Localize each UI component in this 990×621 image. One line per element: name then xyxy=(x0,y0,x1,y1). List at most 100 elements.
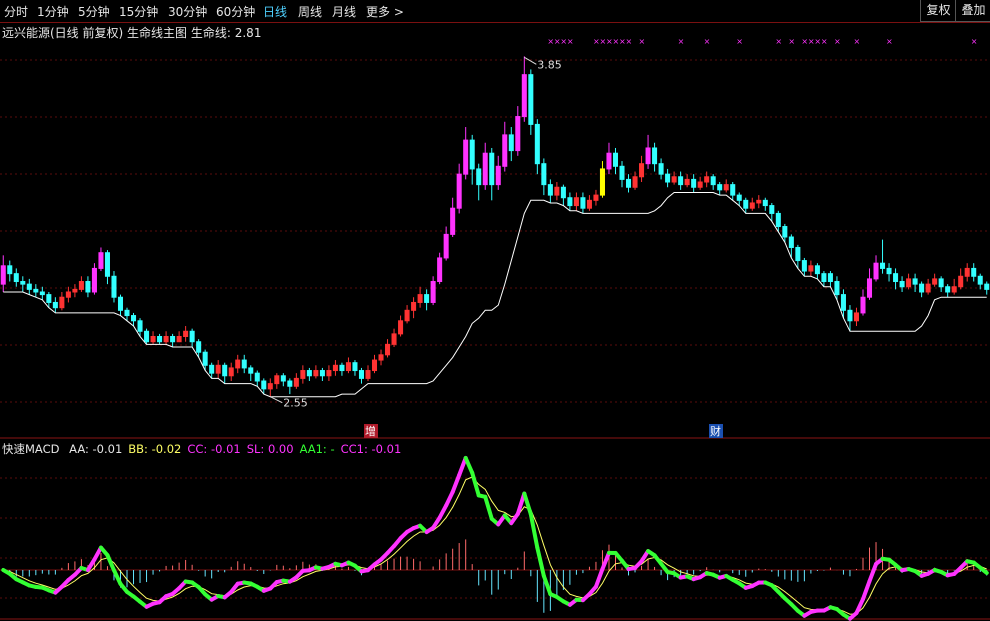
candle-body xyxy=(652,147,658,165)
candle-body xyxy=(678,176,684,186)
x-marker: × xyxy=(736,37,743,46)
candle-body xyxy=(619,165,625,180)
candle-body xyxy=(932,278,938,285)
candle-body xyxy=(111,275,117,298)
candle-body xyxy=(20,281,26,285)
candle-body xyxy=(795,246,801,262)
candle-body xyxy=(801,260,807,272)
candle-body xyxy=(59,296,65,309)
candle-body xyxy=(274,375,280,385)
candle-body xyxy=(476,168,482,186)
candle-body xyxy=(560,186,566,199)
candle-body xyxy=(775,212,781,228)
x-marker: × xyxy=(821,37,828,46)
candle-body xyxy=(371,359,378,372)
candle-body xyxy=(39,291,45,296)
candle-body xyxy=(0,265,6,285)
candle-body xyxy=(293,377,299,387)
candle-body xyxy=(365,370,371,379)
macd-cc-segment xyxy=(470,470,481,498)
candle-body xyxy=(567,197,573,207)
candle-body xyxy=(345,362,351,372)
candle-body xyxy=(52,301,58,309)
candle-body xyxy=(938,278,944,288)
kline-chart[interactable]: 3.852.55× × × × × × × × × × × × × × × × × × × × × × × ×增财 xyxy=(0,0,990,621)
candle-body xyxy=(593,194,599,201)
candle-body xyxy=(170,336,176,343)
candle-body xyxy=(176,336,182,343)
candle-body xyxy=(586,199,592,209)
candle-body xyxy=(98,252,104,269)
candle-body xyxy=(411,301,417,311)
candle-body xyxy=(541,163,547,186)
candle-body xyxy=(958,275,964,288)
candle-body xyxy=(104,252,110,277)
candle-body xyxy=(326,370,332,377)
macd-cc-segment xyxy=(600,550,611,571)
candle-body xyxy=(385,343,391,356)
candle-body xyxy=(645,147,651,165)
low-label: 2.55 xyxy=(283,397,308,410)
candle-body xyxy=(951,286,957,293)
candle-body xyxy=(906,278,912,288)
candle-body xyxy=(456,173,462,209)
macd-cc-segment xyxy=(111,568,123,586)
macd-cc-segment xyxy=(437,503,449,520)
candle-body xyxy=(840,294,846,311)
candle-body xyxy=(358,370,364,379)
candle-body xyxy=(502,134,508,167)
candle-body xyxy=(144,330,150,343)
x-marker: × xyxy=(626,37,633,46)
candle-body xyxy=(163,336,169,343)
candle-body xyxy=(33,288,39,293)
x-marker: × xyxy=(678,37,685,46)
macd-cc-segment xyxy=(463,456,475,475)
candle-body xyxy=(313,370,319,377)
candle-body xyxy=(254,372,260,382)
x-marker: × xyxy=(704,37,711,46)
candle-body xyxy=(547,184,553,196)
candle-body xyxy=(26,283,32,290)
candle-body xyxy=(919,283,925,293)
candle-body xyxy=(580,197,586,209)
marker-zeng: 增 xyxy=(365,424,376,438)
macd-cc-segment xyxy=(528,512,540,550)
candle-body xyxy=(13,273,19,283)
candle-body xyxy=(866,278,873,298)
candle-body xyxy=(202,351,208,366)
candle-body xyxy=(85,281,91,293)
candle-body xyxy=(489,152,495,186)
high-pointer xyxy=(524,56,537,65)
macd-cc-segment xyxy=(860,579,872,602)
candle-body xyxy=(632,176,638,188)
candle-body xyxy=(599,168,605,196)
candle-body xyxy=(124,309,130,317)
candle-body xyxy=(131,315,137,322)
candle-body xyxy=(65,291,71,298)
candle-body xyxy=(814,265,820,275)
candle-body xyxy=(769,205,775,214)
candle-body xyxy=(821,273,827,283)
candle-body xyxy=(287,380,293,387)
candle-body xyxy=(880,262,886,269)
candle-body xyxy=(319,370,325,377)
candle-body xyxy=(398,320,404,335)
candle-body xyxy=(306,370,312,377)
candle-body xyxy=(241,359,247,369)
candle-body xyxy=(534,123,540,165)
candle-body xyxy=(964,267,970,277)
macd-cc-segment xyxy=(522,491,533,517)
x-marker: × xyxy=(775,37,782,46)
candle-body xyxy=(157,336,163,343)
candle-body xyxy=(691,178,697,188)
high-label: 3.85 xyxy=(537,58,562,71)
candle-body xyxy=(827,273,833,283)
candle-body xyxy=(612,152,619,167)
candle-body xyxy=(873,262,879,280)
candle-body xyxy=(573,197,579,207)
candle-body xyxy=(749,202,755,209)
candle-body xyxy=(150,336,156,343)
candle-body xyxy=(117,296,124,311)
candle-body xyxy=(469,139,475,170)
x-marker: × xyxy=(639,37,646,46)
